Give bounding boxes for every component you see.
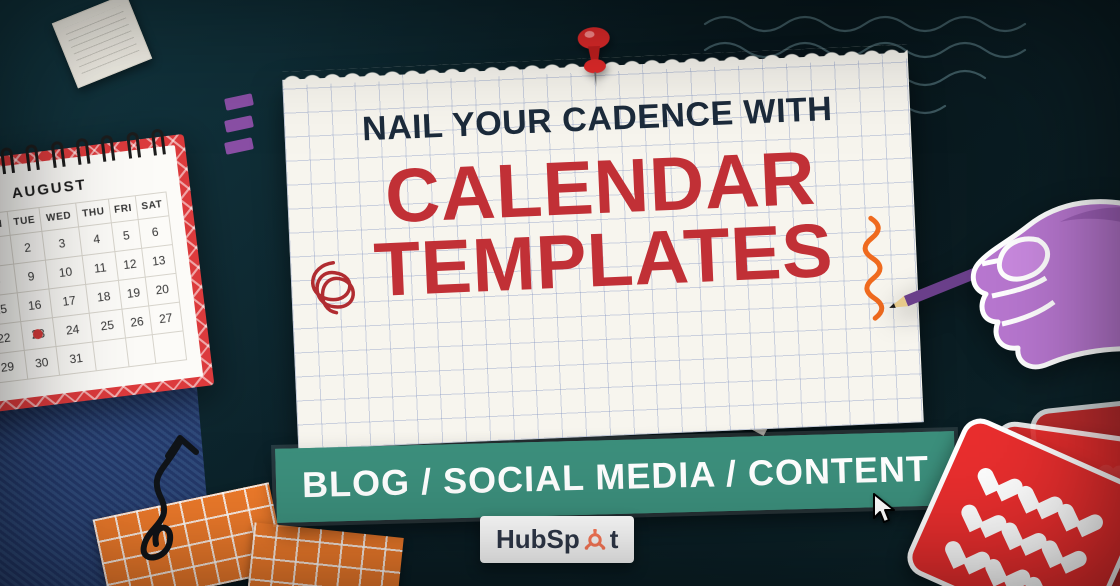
calendar-day: 10 bbox=[45, 256, 85, 289]
heart-icon bbox=[993, 550, 1028, 584]
curly-arrow-icon bbox=[110, 430, 230, 575]
headline-main-line2: TEMPLATES bbox=[319, 212, 888, 310]
calendar-day: 17 bbox=[49, 284, 89, 317]
calendar-day: 25 bbox=[89, 309, 125, 342]
desk-calendar: AUGUST SUN MON TUE WED THU FRI SAT 1 2 bbox=[0, 134, 214, 419]
calendar-grid: SUN MON TUE WED THU FRI SAT 1 2 3 4 5 bbox=[0, 191, 187, 388]
brand-name-part3: t bbox=[610, 524, 619, 555]
heart-icon bbox=[985, 459, 1020, 493]
calendar-day: 24 bbox=[52, 313, 92, 346]
calendar-day: 4 bbox=[79, 223, 115, 256]
heart-icon bbox=[1050, 531, 1085, 565]
calendar-day bbox=[125, 335, 155, 367]
calendar-day: 9 bbox=[13, 260, 49, 293]
heart-icon bbox=[953, 532, 988, 566]
calendar-day: 29 bbox=[0, 350, 28, 383]
heart-icon bbox=[969, 496, 1004, 530]
heart-icon bbox=[1066, 495, 1101, 529]
sprocket-icon bbox=[584, 529, 606, 551]
red-scribble-icon bbox=[298, 251, 372, 339]
heart-icon bbox=[1026, 477, 1061, 511]
headline-main: CALENDAR TEMPLATES bbox=[316, 139, 888, 309]
calendar-day: 3 bbox=[42, 227, 82, 260]
calendar-day: 19 bbox=[118, 277, 148, 309]
cursor-icon bbox=[870, 492, 900, 531]
calendar-day bbox=[152, 331, 187, 364]
pushpin-icon bbox=[566, 23, 623, 96]
calendar-day: 20 bbox=[145, 273, 180, 306]
brand-logo: HubSp t bbox=[480, 516, 634, 563]
calendar-day bbox=[93, 338, 129, 371]
calendar-day-marked: 23 bbox=[20, 318, 56, 351]
brand-name-part1: Hub bbox=[496, 524, 547, 554]
calendar-day: 13 bbox=[141, 245, 176, 278]
headline-note-card: NAIL YOUR CADENCE WITH CALENDAR TEMPLATE… bbox=[282, 53, 924, 450]
calendar-day: 26 bbox=[122, 306, 152, 338]
calendar-day: 2 bbox=[10, 231, 46, 264]
calendar-day: 27 bbox=[148, 302, 183, 335]
calendar-day: 11 bbox=[82, 252, 118, 285]
calendar-day: 5 bbox=[111, 220, 141, 252]
calendar-day: 6 bbox=[138, 216, 173, 249]
heart-icon bbox=[1009, 514, 1044, 548]
calendar-day: 30 bbox=[24, 347, 60, 380]
heart-icon bbox=[1033, 568, 1068, 586]
calendar-day: 12 bbox=[115, 248, 145, 280]
calendar-day: 18 bbox=[86, 280, 122, 313]
decorative-dashes bbox=[225, 96, 253, 162]
calendar-day: 16 bbox=[17, 289, 53, 322]
writing-hand-icon bbox=[870, 150, 1120, 380]
calendar-day: 31 bbox=[56, 342, 96, 375]
calendar-weekday: FRI bbox=[108, 196, 137, 223]
brand-name-part2: Sp bbox=[547, 524, 580, 554]
